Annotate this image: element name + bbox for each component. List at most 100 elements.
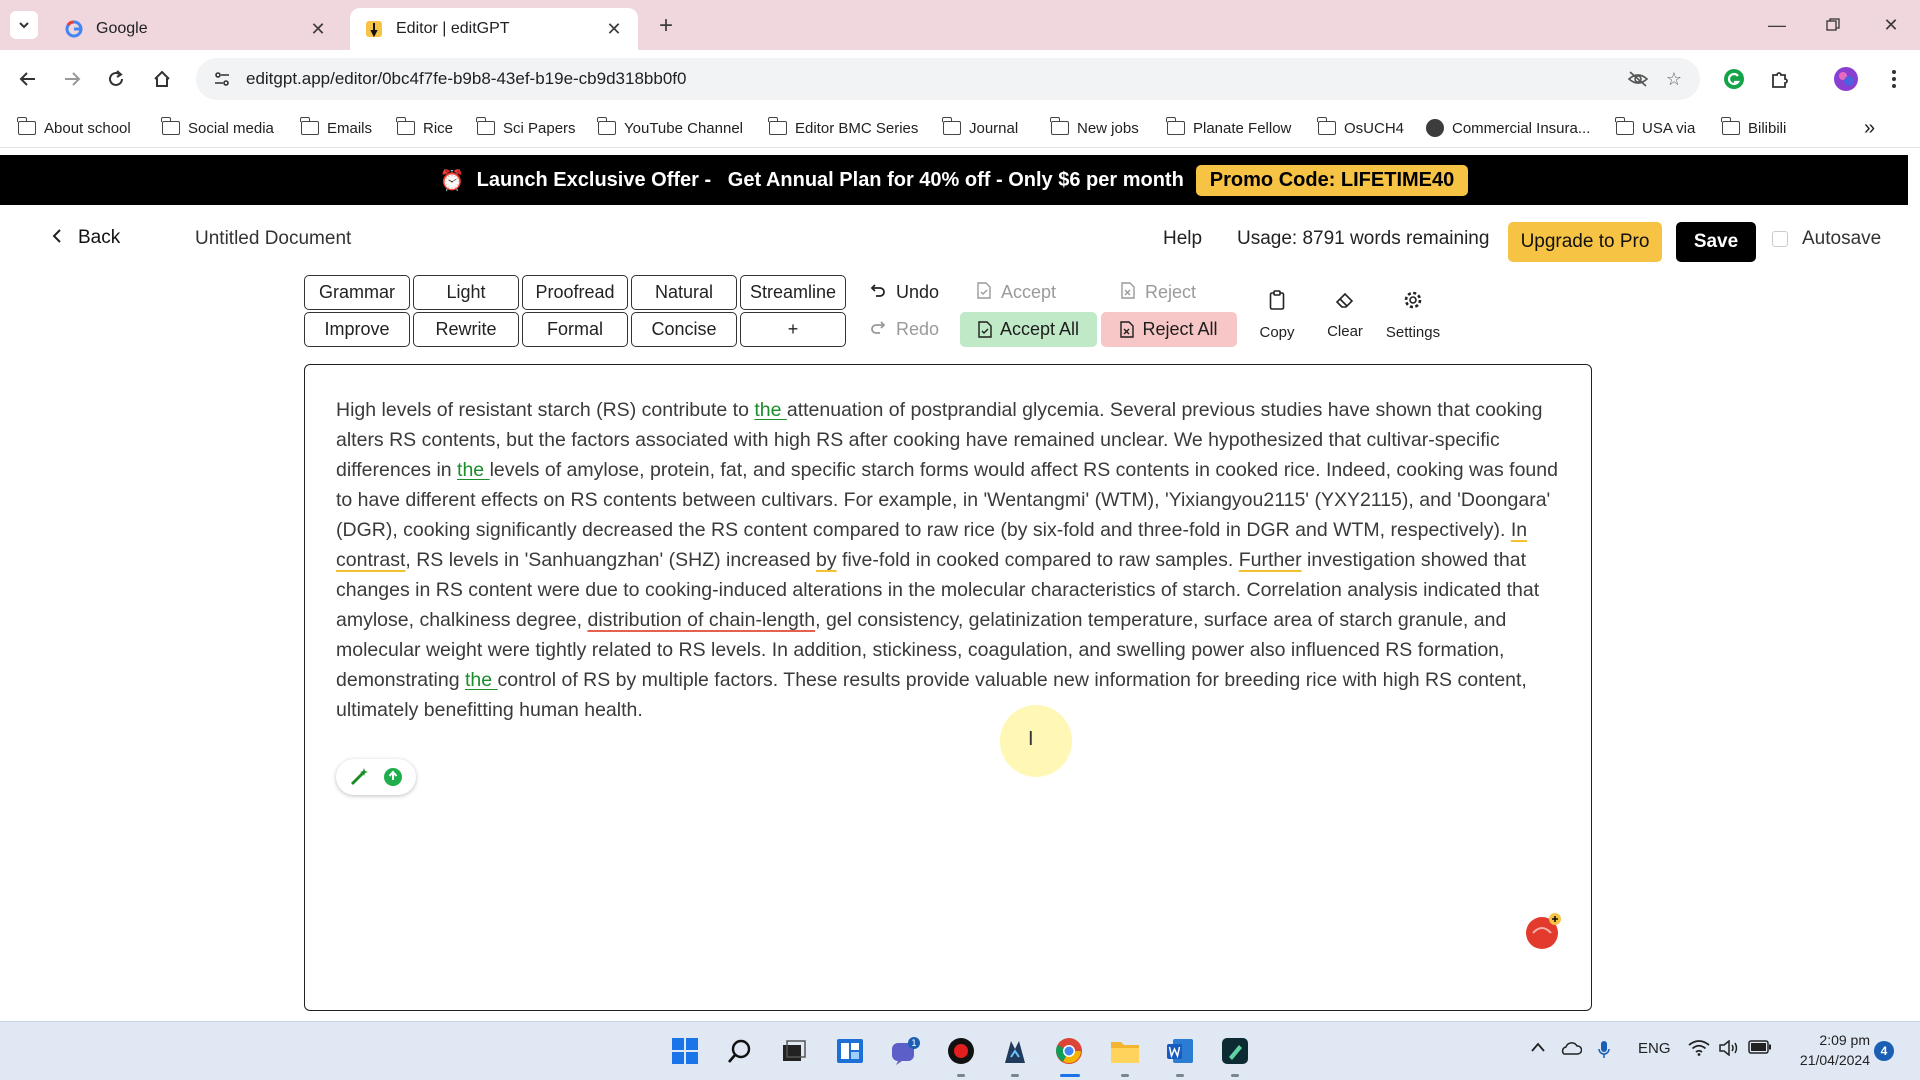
autosave-toggle[interactable]: Autosave bbox=[1772, 228, 1881, 250]
inserted-word[interactable]: the bbox=[754, 399, 787, 421]
save-button[interactable]: Save bbox=[1676, 222, 1756, 262]
suggestion-highlight[interactable]: Further bbox=[1239, 549, 1302, 571]
minimize-icon[interactable]: — bbox=[1762, 10, 1792, 40]
new-tab-button[interactable]: + bbox=[652, 12, 680, 40]
extensions-puzzle-icon[interactable] bbox=[1764, 63, 1796, 95]
close-window-icon[interactable]: ✕ bbox=[1876, 10, 1906, 40]
reject-all-button[interactable]: Reject All bbox=[1101, 312, 1237, 347]
chat-assistant-icon[interactable] bbox=[1523, 911, 1563, 951]
bookmark-star-icon[interactable]: ☆ bbox=[1656, 61, 1692, 97]
settings-button[interactable]: Settings bbox=[1380, 282, 1446, 348]
chevron-left-icon bbox=[52, 228, 62, 249]
teams-chat-icon[interactable]: 1 bbox=[888, 1034, 922, 1068]
text-segment: levels of amylose, protein, fat, and spe… bbox=[336, 459, 1558, 541]
bookmark-folder[interactable]: Journal bbox=[942, 116, 1018, 140]
mode-light-button[interactable]: Light bbox=[413, 275, 519, 310]
tab-search-button[interactable] bbox=[10, 11, 38, 39]
bookmark-folder[interactable]: USA via bbox=[1615, 116, 1695, 140]
url-text[interactable]: editgpt.app/editor/0bc4f7fe-b9b8-43ef-b1… bbox=[246, 69, 1620, 89]
mode-concise-button[interactable]: Concise bbox=[631, 312, 737, 347]
autosave-checkbox[interactable] bbox=[1772, 231, 1788, 247]
clear-button[interactable]: Clear bbox=[1312, 282, 1378, 348]
promo-code-badge[interactable]: Promo Code: LIFETIME40 bbox=[1195, 164, 1469, 196]
restore-icon[interactable] bbox=[1818, 10, 1848, 40]
accept-all-button[interactable]: Accept All bbox=[960, 312, 1097, 347]
suggestion-highlight[interactable]: by bbox=[816, 549, 837, 571]
chrome-icon[interactable] bbox=[1052, 1034, 1086, 1068]
editor-text[interactable]: High levels of resistant starch (RS) con… bbox=[336, 395, 1566, 725]
file-explorer-icon[interactable] bbox=[1108, 1034, 1142, 1068]
bookmark-folder[interactable]: Planate Fellow bbox=[1166, 116, 1291, 140]
home-icon[interactable] bbox=[146, 63, 178, 95]
reload-icon[interactable] bbox=[100, 63, 132, 95]
tray-overflow-icon[interactable] bbox=[1530, 1040, 1546, 1057]
battery-icon[interactable] bbox=[1748, 1040, 1772, 1058]
onedrive-icon[interactable] bbox=[1560, 1040, 1583, 1060]
microphone-icon[interactable] bbox=[1597, 1040, 1611, 1064]
usage-counter: Usage: 8791 words remaining bbox=[1237, 228, 1490, 249]
bookmark-folder[interactable]: OsUCH4 bbox=[1317, 116, 1404, 140]
notification-badge[interactable]: 4 bbox=[1874, 1041, 1894, 1061]
suggestion-highlight-strong[interactable]: distribution of chain-length bbox=[587, 609, 815, 631]
document-title[interactable]: Untitled Document bbox=[195, 228, 351, 250]
close-tab-icon[interactable]: ✕ bbox=[604, 19, 624, 39]
mode-proofread-button[interactable]: Proofread bbox=[522, 275, 628, 310]
bookmark-folder[interactable]: Social media bbox=[161, 116, 274, 140]
back-arrow-icon[interactable] bbox=[12, 63, 44, 95]
inserted-word[interactable]: the bbox=[465, 669, 498, 691]
redo-button[interactable]: Redo bbox=[870, 312, 939, 347]
mode-streamline-button[interactable]: Streamline bbox=[740, 275, 846, 310]
task-view-icon[interactable] bbox=[777, 1034, 811, 1068]
language-indicator[interactable]: ENG bbox=[1638, 1040, 1671, 1057]
bookmark-link[interactable]: Commercial Insura... bbox=[1426, 116, 1590, 140]
mode-rewrite-button[interactable]: Rewrite bbox=[413, 312, 519, 347]
lightbulb-icon[interactable] bbox=[381, 765, 405, 789]
bookmark-folder[interactable]: Bilibili bbox=[1721, 116, 1786, 140]
profile-avatar[interactable] bbox=[1830, 63, 1862, 95]
accept-button[interactable]: Accept bbox=[977, 275, 1056, 310]
forward-arrow-icon[interactable] bbox=[56, 63, 88, 95]
tab-editgpt[interactable]: Editor | editGPT ✕ bbox=[350, 8, 638, 50]
copy-button[interactable]: Copy bbox=[1244, 282, 1310, 348]
mode-grammar-button[interactable]: Grammar bbox=[304, 275, 410, 310]
search-icon[interactable] bbox=[723, 1034, 757, 1068]
eye-off-icon[interactable] bbox=[1620, 61, 1656, 97]
magic-wand-icon[interactable] bbox=[347, 765, 371, 789]
browser-menu-icon[interactable] bbox=[1878, 63, 1910, 95]
upgrade-button[interactable]: Upgrade to Pro bbox=[1508, 222, 1662, 262]
grammarly-extension-icon[interactable] bbox=[1718, 63, 1750, 95]
editor-panel[interactable]: High levels of resistant starch (RS) con… bbox=[304, 364, 1592, 1011]
wifi-icon[interactable] bbox=[1688, 1040, 1710, 1060]
bookmark-folder[interactable]: YouTube Channel bbox=[597, 116, 743, 140]
bookmark-folder[interactable]: New jobs bbox=[1050, 116, 1139, 140]
bookmark-folder[interactable]: Emails bbox=[300, 116, 372, 140]
volume-icon[interactable] bbox=[1718, 1039, 1740, 1060]
vpn-app-icon[interactable] bbox=[998, 1034, 1032, 1068]
help-link[interactable]: Help bbox=[1163, 228, 1202, 250]
undo-button[interactable]: Undo bbox=[870, 275, 939, 310]
bookmark-folder[interactable]: Rice bbox=[396, 116, 453, 140]
site-info-icon[interactable] bbox=[202, 59, 242, 99]
bookmark-folder[interactable]: About school bbox=[17, 116, 131, 140]
running-indicator bbox=[1011, 1074, 1019, 1077]
more-bookmarks-icon[interactable]: » bbox=[1864, 116, 1875, 140]
reject-button[interactable]: Reject bbox=[1121, 275, 1196, 310]
bookmark-folder[interactable]: Editor BMC Series bbox=[768, 116, 918, 140]
windows-start-icon[interactable] bbox=[668, 1034, 702, 1068]
text-segment: High levels of resistant starch (RS) con… bbox=[336, 399, 755, 421]
word-icon[interactable] bbox=[1163, 1034, 1197, 1068]
system-clock[interactable]: 2:09 pm 21/04/2024 bbox=[1788, 1030, 1870, 1070]
inserted-word[interactable]: the bbox=[457, 459, 490, 481]
back-button[interactable]: Back bbox=[52, 227, 120, 249]
address-bar[interactable]: editgpt.app/editor/0bc4f7fe-b9b8-43ef-b1… bbox=[196, 58, 1700, 100]
close-tab-icon[interactable]: ✕ bbox=[308, 19, 328, 39]
add-mode-button[interactable]: + bbox=[740, 312, 846, 347]
tab-google[interactable]: Google ✕ bbox=[50, 8, 342, 50]
mode-natural-button[interactable]: Natural bbox=[631, 275, 737, 310]
bookmark-folder[interactable]: Sci Papers bbox=[476, 116, 576, 140]
screen-recorder-icon[interactable] bbox=[944, 1034, 978, 1068]
mode-improve-button[interactable]: Improve bbox=[304, 312, 410, 347]
editgpt-app-icon[interactable] bbox=[1218, 1034, 1252, 1068]
mode-formal-button[interactable]: Formal bbox=[522, 312, 628, 347]
widgets-icon[interactable] bbox=[833, 1034, 867, 1068]
